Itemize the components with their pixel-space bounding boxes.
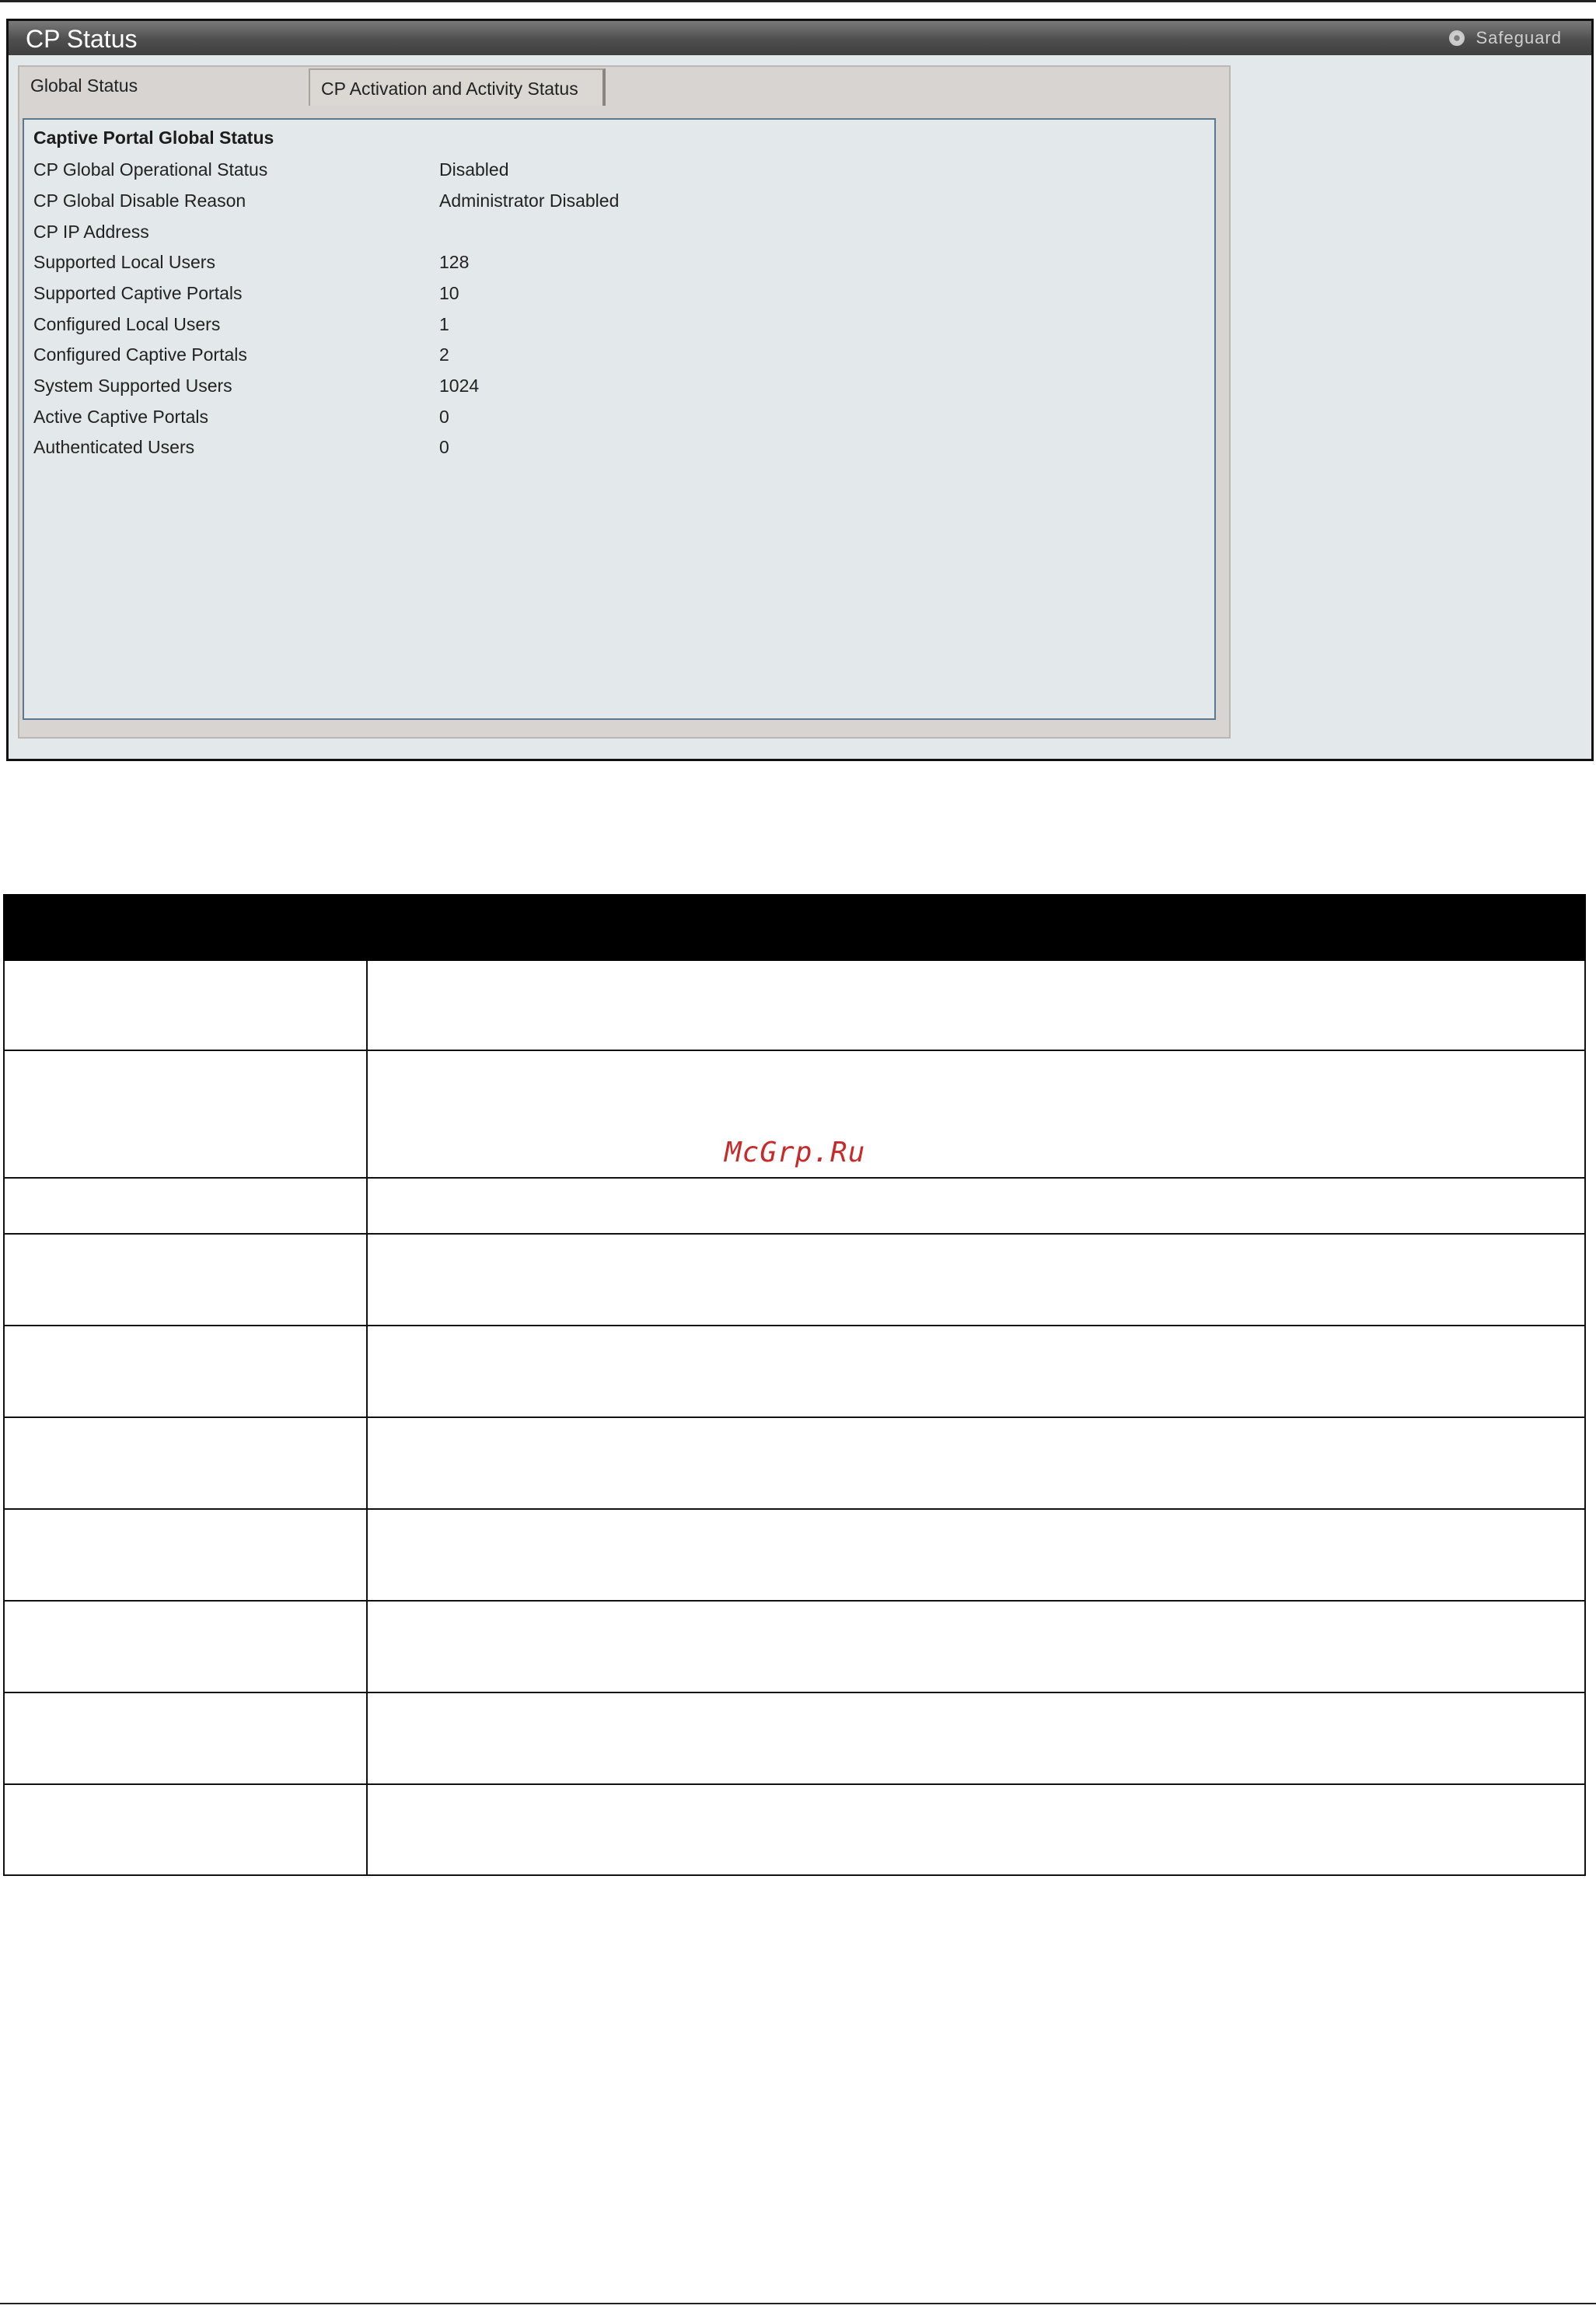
status-label: CP IP Address xyxy=(33,222,149,242)
table-row xyxy=(3,1785,1586,1876)
table-header xyxy=(3,894,1586,961)
status-label: Authenticated Users xyxy=(33,437,195,457)
status-value: Administrator Disabled xyxy=(439,190,620,211)
status-value: 1 xyxy=(439,314,449,334)
status-label: Configured Local Users xyxy=(33,314,221,334)
safeguard-indicator: Safeguard xyxy=(1449,28,1562,47)
table-row xyxy=(3,1418,1586,1510)
window-title: CP Status xyxy=(26,25,138,53)
table-row xyxy=(3,1179,1586,1235)
global-status-box: Captive Portal Global Status CP Global O… xyxy=(23,118,1216,720)
status-value: 0 xyxy=(439,407,449,427)
safeguard-label: Safeguard xyxy=(1476,28,1562,47)
status-label: Active Captive Portals xyxy=(33,407,208,427)
table-row xyxy=(3,1602,1586,1693)
table-row xyxy=(3,1510,1586,1602)
status-value: Disabled xyxy=(439,159,509,180)
cp-status-window: CP Status Safeguard Global Status CP Act… xyxy=(6,19,1594,761)
section-title: Captive Portal Global Status xyxy=(33,128,274,148)
status-label: Supported Local Users xyxy=(33,252,215,272)
content-panel: Global Status CP Activation and Activity… xyxy=(18,65,1231,739)
status-label: CP Global Operational Status xyxy=(33,159,268,180)
status-value: 1024 xyxy=(439,376,480,396)
bottom-rule xyxy=(0,2303,1596,2304)
status-value: 128 xyxy=(439,252,470,272)
status-label: Supported Captive Portals xyxy=(33,283,243,303)
description-table xyxy=(3,894,1586,1876)
status-value: 0 xyxy=(439,437,449,457)
top-rule xyxy=(0,0,1596,2)
table-row xyxy=(3,1693,1586,1785)
status-label: CP Global Disable Reason xyxy=(33,190,246,211)
status-value: 10 xyxy=(439,283,459,303)
safeguard-icon xyxy=(1449,30,1465,46)
tab-global-status[interactable]: Global Status xyxy=(19,67,309,104)
table-row xyxy=(3,1235,1586,1326)
status-label: System Supported Users xyxy=(33,376,232,396)
status-label: Configured Captive Portals xyxy=(33,344,247,365)
table-row xyxy=(3,1326,1586,1418)
tab-cp-activation-activity-status[interactable]: CP Activation and Activity Status xyxy=(309,68,606,106)
watermark: McGrp.Ru xyxy=(725,1137,866,1168)
status-value: 2 xyxy=(439,344,449,365)
title-bar: CP Status Safeguard xyxy=(9,21,1591,55)
table-row xyxy=(3,961,1586,1051)
